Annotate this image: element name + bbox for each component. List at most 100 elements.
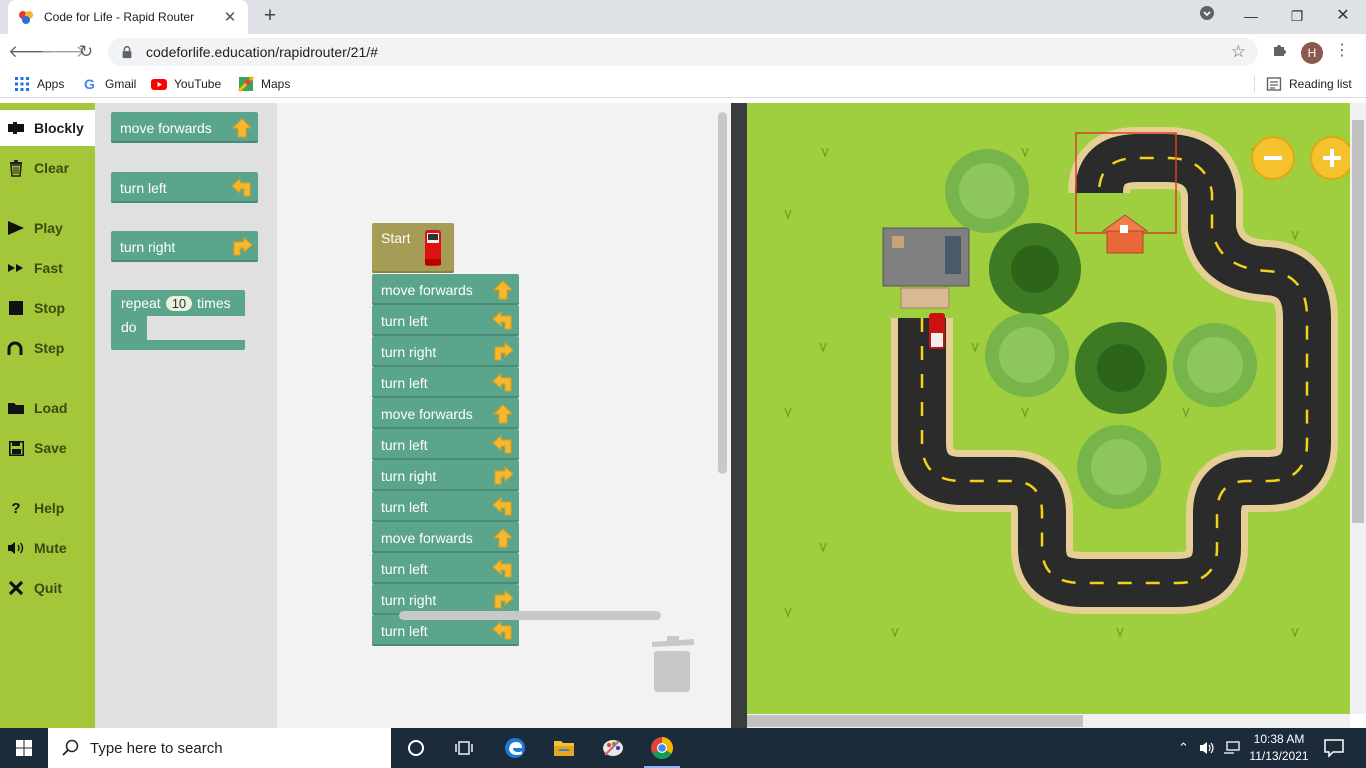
sidebar-item-help[interactable]: ? Help (0, 490, 95, 526)
turn-left-arrow-icon (492, 434, 512, 453)
tab-search-button[interactable] (1192, 4, 1222, 28)
start-block[interactable]: Start (372, 223, 454, 273)
toolbox-repeat-block[interactable]: repeat 10 times do (111, 290, 245, 352)
sidebar-item-step[interactable]: Step (0, 330, 95, 366)
block-label: turn left (381, 312, 428, 329)
bookmark-maps[interactable]: Maps (238, 76, 290, 92)
tab-close-icon[interactable]: ✕ (222, 8, 238, 26)
bookmark-gmail-label: Gmail (105, 77, 137, 91)
sidebar-item-fast[interactable]: Fast (0, 250, 95, 286)
browser-toolbar: 🡐 🡒 ↻ codeforlife.education/rapidrouter/… (0, 34, 1366, 70)
start-label: Start (381, 230, 411, 246)
sidebar-item-label: Step (34, 340, 65, 356)
sidebar-item-load[interactable]: Load (0, 390, 95, 426)
program-block-left[interactable]: turn left (372, 305, 519, 336)
turn-right-arrow-icon (494, 465, 514, 484)
trash-can-icon[interactable] (650, 636, 696, 694)
sidebar-item-save[interactable]: Save (0, 430, 95, 466)
volume-icon[interactable] (1199, 741, 1215, 755)
file-explorer-button[interactable] (540, 728, 588, 768)
zoom-out-button[interactable] (1251, 136, 1295, 180)
windows-logo-icon (16, 740, 32, 756)
sidebar-item-label: Load (34, 400, 68, 416)
toolbox-turn-right-block[interactable]: turn right (111, 231, 258, 262)
taskbar-search-box[interactable]: Type here to search (48, 728, 391, 768)
tab-title: Code for Life - Rapid Router (44, 10, 195, 24)
chrome-taskbar-button[interactable] (638, 728, 686, 768)
bookmark-apps-label: Apps (37, 77, 65, 91)
turn-right-arrow-icon (494, 589, 514, 608)
restore-button[interactable]: ❐ (1282, 4, 1312, 28)
repeat-count-field[interactable]: 10 (165, 295, 193, 311)
turn-left-arrow-icon (492, 558, 512, 577)
bookmark-youtube-label: YouTube (174, 77, 222, 91)
turn-left-arrow-icon (492, 496, 512, 515)
sidebar-item-play[interactable]: Play (0, 210, 95, 246)
sidebar-item-mute[interactable]: Mute (0, 530, 95, 566)
fast-forward-icon (7, 259, 25, 277)
extensions-puzzle-icon[interactable] (1268, 42, 1290, 64)
program-block-forward[interactable]: move forwards (372, 274, 519, 305)
zoom-in-button[interactable] (1310, 136, 1350, 180)
sidebar-item-stop[interactable]: Stop (0, 290, 95, 326)
profile-avatar[interactable]: H (1301, 42, 1323, 64)
bookmark-gmail[interactable]: G Gmail (82, 76, 136, 92)
reading-list-button[interactable]: Reading list (1266, 76, 1352, 92)
program-block-forward[interactable]: move forwards (372, 522, 519, 553)
reload-button[interactable]: ↻ (72, 38, 100, 66)
bookmark-apps[interactable]: Apps (14, 76, 64, 92)
turn-right-arrow-icon (233, 236, 253, 255)
taskbar-search-placeholder: Type here to search (90, 739, 223, 757)
cortana-button[interactable] (392, 728, 440, 768)
toolbox-move-forwards-block[interactable]: move forwards (111, 112, 258, 143)
tray-chevron-up-icon[interactable]: ⌃ (1178, 740, 1189, 756)
map-horizontal-scrollbar-thumb[interactable] (747, 715, 1083, 727)
repeat-label: repeat (121, 295, 161, 311)
sidebar-item-clear[interactable]: Clear (0, 150, 95, 186)
browser-tab[interactable]: Code for Life - Rapid Router ✕ (8, 0, 248, 34)
sidebar-item-label: Play (34, 220, 63, 236)
program-block-right[interactable]: turn right (372, 336, 519, 367)
sidebar-item-label: Fast (34, 260, 63, 276)
new-tab-button[interactable]: + (258, 4, 282, 28)
chevron-down-icon (1200, 6, 1214, 20)
workspace-horizontal-scrollbar[interactable] (399, 611, 661, 620)
panel-divider[interactable] (731, 103, 747, 728)
trash-icon (7, 159, 25, 177)
map-vertical-scrollbar-thumb[interactable] (1352, 120, 1364, 523)
minimize-button[interactable]: — (1236, 4, 1266, 28)
sidebar-item-blockly[interactable]: Blockly (0, 110, 95, 146)
program-block-left[interactable]: turn left (372, 429, 519, 460)
toolbox-turn-left-block[interactable]: turn left (111, 172, 258, 203)
step-icon (7, 339, 25, 357)
red-van-icon (425, 230, 441, 266)
program-block-left[interactable]: turn left (372, 367, 519, 398)
program-block-left[interactable]: turn left (372, 553, 519, 584)
start-button[interactable] (0, 728, 48, 768)
task-view-button[interactable] (440, 728, 488, 768)
forward-button[interactable]: 🡒 (40, 38, 86, 66)
back-button[interactable]: 🡐 (8, 38, 54, 66)
block-label: turn left (381, 622, 428, 639)
paint-app-button[interactable] (589, 728, 637, 768)
window-close-button[interactable]: ✕ (1328, 4, 1358, 28)
program-block-left[interactable]: turn left (372, 491, 519, 522)
turn-left-arrow-icon (492, 310, 512, 329)
sidebar-item-label: Stop (34, 300, 66, 316)
workspace-vertical-scrollbar[interactable] (718, 112, 727, 474)
bookmark-youtube[interactable]: YouTube (151, 76, 221, 92)
address-bar[interactable]: codeforlife.education/rapidrouter/21/# ☆ (108, 38, 1258, 66)
taskbar-clock[interactable]: 10:38 AM 11/13/2021 (1246, 731, 1312, 765)
sidebar-item-quit[interactable]: Quit (0, 570, 95, 606)
delivery-van-icon (929, 313, 945, 349)
bookmark-star-icon[interactable]: ☆ (1231, 42, 1246, 62)
program-block-right[interactable]: turn right (372, 460, 519, 491)
browser-menu-icon[interactable]: ⋮ (1334, 40, 1350, 64)
program-block-forward[interactable]: move forwards (372, 398, 519, 429)
notification-icon[interactable] (1322, 736, 1346, 760)
edge-taskbar-button[interactable] (491, 728, 539, 768)
block-label: turn right (120, 238, 176, 255)
warehouse-icon (882, 227, 970, 309)
turn-right-arrow-icon (494, 341, 514, 360)
network-icon[interactable] (1223, 741, 1241, 755)
